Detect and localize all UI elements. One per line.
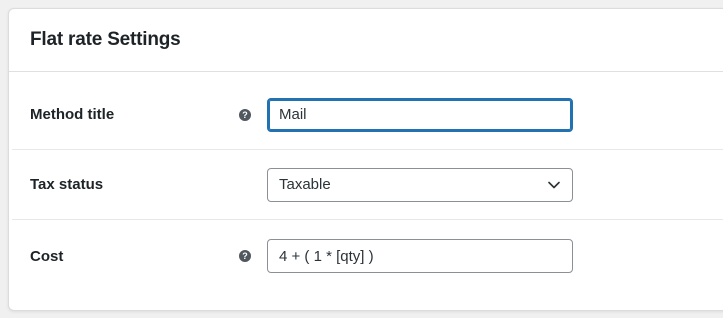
question-circle-icon[interactable]: ? [239, 250, 251, 262]
cost-label: Cost [30, 247, 64, 265]
settings-form: Method title ? Mail Tax status Taxable C… [12, 80, 723, 292]
method-title-row: Method title ? Mail [12, 80, 723, 150]
tax-status-label: Tax status [30, 176, 104, 193]
tax-status-value: Taxable [279, 176, 331, 193]
tax-status-select[interactable]: Taxable [267, 167, 573, 202]
cost-input[interactable]: 4 + ( 1 * [qty] ) [267, 239, 573, 273]
method-title-input[interactable]: Mail [267, 97, 573, 132]
cost-value: 4 + ( 1 * [qty] ) [279, 247, 374, 265]
dialog-title: Flat rate Settings [30, 29, 181, 50]
tax-status-row: Tax status Taxable [12, 150, 723, 220]
method-title-value: Mail [279, 106, 307, 123]
method-title-label: Method title [30, 106, 115, 123]
chevron-down-icon [547, 178, 561, 192]
cost-row: Cost ? 4 + ( 1 * [qty] ) [12, 220, 723, 292]
dialog-header: Flat rate Settings [9, 9, 723, 72]
question-circle-icon[interactable]: ? [239, 108, 251, 121]
